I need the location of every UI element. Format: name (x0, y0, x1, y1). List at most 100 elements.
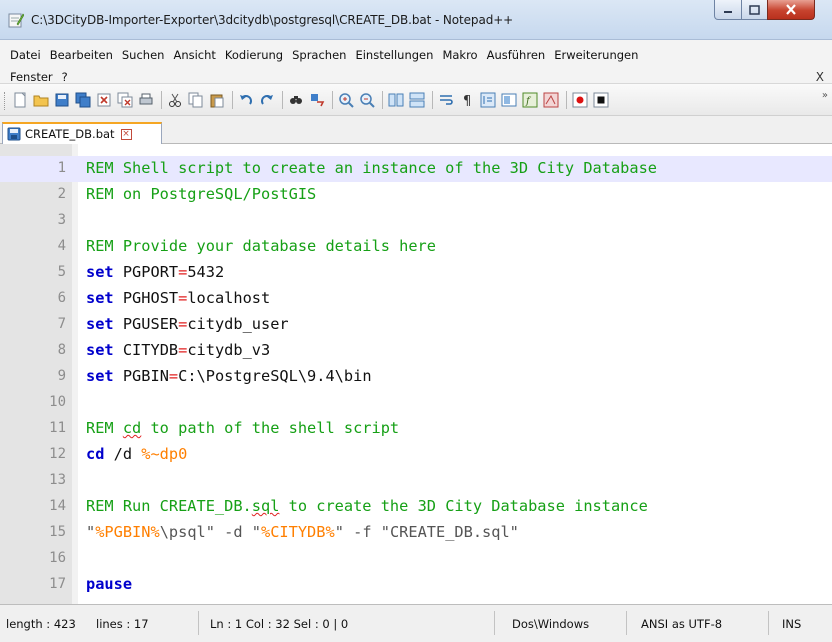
code-line[interactable]: 8 set CITYDB=citydb_v3 (0, 338, 832, 364)
status-insert-mode: INS (782, 617, 802, 631)
stop-macro-icon[interactable] (593, 92, 609, 108)
menu-ansicht[interactable]: Ansicht (173, 48, 215, 62)
menu-bar: Datei Bearbeiten Suchen Ansicht Kodierun… (0, 40, 832, 84)
code-text: set PGBIN=C:\PostgreSQL\9.4\bin (86, 367, 372, 385)
value: citydb_v3 (187, 341, 271, 359)
menu-suchen[interactable]: Suchen (122, 48, 165, 62)
menu-makro[interactable]: Makro (442, 48, 477, 62)
menu-row-2: Fenster ? (10, 70, 77, 84)
undo-icon[interactable] (238, 92, 254, 108)
tab-close-button[interactable]: × (120, 128, 132, 140)
comment-rest: to path of the shell script (141, 419, 400, 437)
paste-icon[interactable] (209, 92, 225, 108)
menu-kodierung[interactable]: Kodierung (225, 48, 283, 62)
code-line[interactable]: 12 cd /d %~dp0 (0, 442, 832, 468)
close-icon[interactable] (96, 92, 112, 108)
code-text: REM cd to path of the shell script (86, 419, 399, 437)
code-line[interactable]: 6 set PGHOST=localhost (0, 286, 832, 312)
comment-rest: to create the 3D City Database instance (279, 497, 648, 515)
line-number: 5 (57, 264, 66, 280)
toolbar-grip[interactable] (4, 92, 7, 110)
code-line[interactable]: 13 (0, 468, 832, 494)
keyword: pause (86, 575, 133, 593)
line-number: 13 (49, 472, 66, 488)
close-window-button[interactable] (767, 0, 815, 20)
find-icon[interactable] (288, 92, 304, 108)
code-text: set PGUSER=citydb_user (86, 315, 289, 333)
code-line[interactable]: 14 REM Run CREATE_DB.sql to create the 3… (0, 494, 832, 520)
code-line[interactable]: 10 (0, 390, 832, 416)
folder-as-workspace-icon[interactable] (543, 92, 559, 108)
toolbar-separator (232, 91, 233, 109)
maximize-icon (749, 4, 760, 15)
line-number: 10 (49, 394, 66, 410)
menu-datei[interactable]: Datei (10, 48, 41, 62)
zoom-out-icon[interactable] (359, 92, 375, 108)
menu-einstellungen[interactable]: Einstellungen (355, 48, 433, 62)
code-line[interactable]: 15 "%PGBIN%\psql" -d "%CITYDB%" -f "CREA… (0, 520, 832, 546)
print-icon[interactable] (138, 92, 154, 108)
open-file-icon[interactable] (33, 92, 49, 108)
line-number: 11 (49, 420, 66, 436)
toolbar-separator (566, 91, 567, 109)
show-all-chars-icon[interactable]: ¶ (459, 92, 475, 108)
menu-help[interactable]: ? (62, 70, 68, 84)
toolbar-separator (382, 91, 383, 109)
spellcheck-word: sql (251, 497, 280, 515)
code-line[interactable]: 5 set PGPORT=5432 (0, 260, 832, 286)
variable-name: PGUSER (113, 315, 179, 333)
maximize-button[interactable] (741, 0, 768, 20)
code-line[interactable]: 1 REM Shell script to create an instance… (0, 156, 832, 182)
status-divider (494, 611, 495, 635)
function-list-icon[interactable]: f (522, 92, 538, 108)
string-text: " -f "CREATE_DB.sql" (334, 523, 519, 541)
toolbar-overflow-button[interactable]: » (822, 90, 828, 101)
line-number: 9 (57, 368, 66, 384)
argument: /d (104, 445, 142, 463)
menu-sprachen[interactable]: Sprachen (292, 48, 346, 62)
code-line[interactable]: 11 REM cd to path of the shell script (0, 416, 832, 442)
code-line[interactable]: 7 set PGUSER=citydb_user (0, 312, 832, 338)
save-icon[interactable] (54, 92, 70, 108)
close-document-button[interactable]: X (816, 70, 824, 84)
replace-icon[interactable] (309, 92, 325, 108)
variable-name: CITYDB (113, 341, 179, 359)
copy-icon[interactable] (188, 92, 204, 108)
menu-fenster[interactable]: Fenster (10, 70, 53, 84)
record-macro-icon[interactable] (572, 92, 588, 108)
code-line[interactable]: 16 (0, 546, 832, 572)
window-title: C:\3DCityDB-Importer-Exporter\3dcitydb\p… (31, 13, 514, 27)
code-line[interactable]: 17 pause (0, 572, 832, 598)
tab-create-db-bat[interactable]: CREATE_DB.bat × (2, 122, 162, 144)
editor[interactable]: 1 REM Shell script to create an instance… (0, 144, 832, 604)
code-line[interactable]: 3 (0, 208, 832, 234)
title-bar[interactable]: C:\3DCityDB-Importer-Exporter\3dcitydb\p… (0, 0, 832, 40)
menu-bearbeiten[interactable]: Bearbeiten (50, 48, 113, 62)
notepadpp-app-icon[interactable] (8, 12, 25, 28)
doc-map-icon[interactable] (501, 92, 517, 108)
redo-icon[interactable] (259, 92, 275, 108)
close-icon (786, 4, 796, 15)
code-line[interactable]: 2 REM on PostgreSQL/PostGIS (0, 182, 832, 208)
code-text: REM Shell script to create an instance o… (86, 159, 657, 177)
close-all-icon[interactable] (117, 92, 133, 108)
zoom-in-icon[interactable] (338, 92, 354, 108)
menu-erweiterungen[interactable]: Erweiterungen (554, 48, 638, 62)
cut-icon[interactable] (167, 92, 183, 108)
batch-variable: %PGBIN% (95, 523, 160, 541)
sync-horizontal-icon[interactable] (409, 92, 425, 108)
status-lines: lines : 17 (96, 617, 149, 631)
code-text: set PGPORT=5432 (86, 263, 224, 281)
code-line[interactable]: 9 set PGBIN=C:\PostgreSQL\9.4\bin (0, 364, 832, 390)
new-file-icon[interactable] (12, 92, 28, 108)
indent-guide-icon[interactable] (480, 92, 496, 108)
code-line[interactable]: 4 REM Provide your database details here (0, 234, 832, 260)
save-all-icon[interactable] (75, 92, 91, 108)
sync-vertical-icon[interactable] (388, 92, 404, 108)
line-number: 8 (57, 342, 66, 358)
spellcheck-word: cd (122, 419, 142, 437)
toolbar-separator (332, 91, 333, 109)
word-wrap-icon[interactable] (438, 92, 454, 108)
menu-ausfuehren[interactable]: Ausführen (487, 48, 546, 62)
minimize-button[interactable] (714, 0, 742, 20)
